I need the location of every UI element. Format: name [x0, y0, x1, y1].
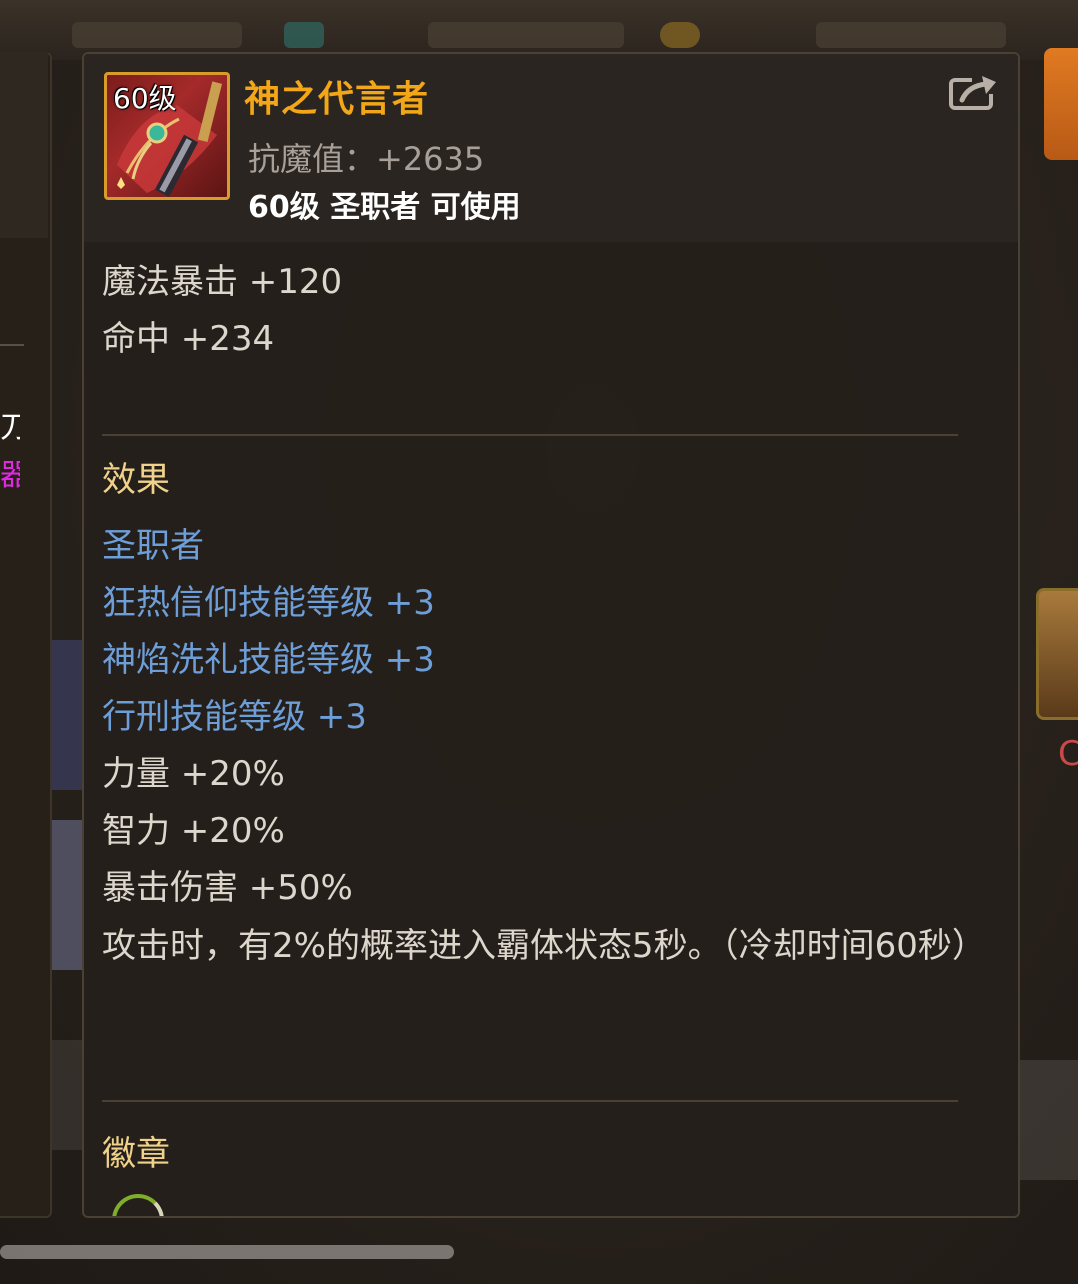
- skill-line: 行刑技能等级 +3: [102, 697, 367, 737]
- background-left-text-magenta: 器: [0, 458, 20, 493]
- background-right-button: [1018, 1060, 1078, 1180]
- background-right-text: C: [1058, 734, 1078, 774]
- effect-stat-line: 暴击伤害 +50%: [102, 868, 353, 908]
- background-card-art: [52, 640, 82, 790]
- share-button[interactable]: [948, 72, 1000, 112]
- item-level-label: 60级: [113, 82, 177, 115]
- share-icon: [949, 74, 998, 110]
- background-card-art: [52, 1040, 82, 1150]
- game-screen: 刀 器 C 60级 神之代言者 抗魔值：+2635 60级 圣职者 可使用 魔法…: [0, 0, 1078, 1284]
- item-name: 神之代言者: [244, 79, 430, 120]
- background-left-divider: [0, 344, 24, 346]
- effects-class-heading: 圣职者: [102, 526, 204, 566]
- stat-hit: 命中 +234: [102, 319, 275, 359]
- stat-magic-crit: 魔法暴击 +120: [102, 262, 343, 302]
- item-tooltip: 60级 神之代言者 抗魔值：+2635 60级 圣职者 可使用 魔法暴击 +12…: [82, 52, 1020, 1218]
- skill-line: 神焰洗礼技能等级 +3: [102, 640, 435, 680]
- effect-proc-description: 攻击时，有2%的概率进入霸体状态5秒。（冷却时间60秒）: [102, 926, 986, 966]
- cross-staff-icon: 60级: [104, 72, 230, 200]
- background-portrait: [1036, 588, 1078, 720]
- badge-slot-icon: [112, 1194, 164, 1216]
- background-currency-blob: [428, 22, 624, 48]
- background-card-art: [52, 820, 82, 970]
- background-currency-blob: [816, 22, 1006, 48]
- horizontal-scrollbar[interactable]: [0, 1245, 454, 1259]
- skill-line: 狂热信仰技能等级 +3: [102, 583, 435, 623]
- item-magic-resist: 抗魔值：+2635: [248, 140, 485, 178]
- item-requirement: 60级 圣职者 可使用: [248, 190, 521, 225]
- badge-heading: 徽章: [102, 1134, 170, 1174]
- section-divider: [102, 1100, 958, 1102]
- effect-stat-line: 智力 +20%: [102, 811, 285, 851]
- background-orange-tab: [1044, 48, 1078, 160]
- background-left-panel-header: [0, 52, 48, 238]
- background-left-text: 刀: [0, 410, 20, 445]
- effects-heading: 效果: [102, 460, 170, 500]
- effect-stat-line: 力量 +20%: [102, 754, 285, 794]
- background-gem-icon: [284, 22, 324, 48]
- section-divider: [102, 434, 958, 436]
- background-currency-blob: [72, 22, 242, 48]
- background-coin-icon: [660, 22, 700, 48]
